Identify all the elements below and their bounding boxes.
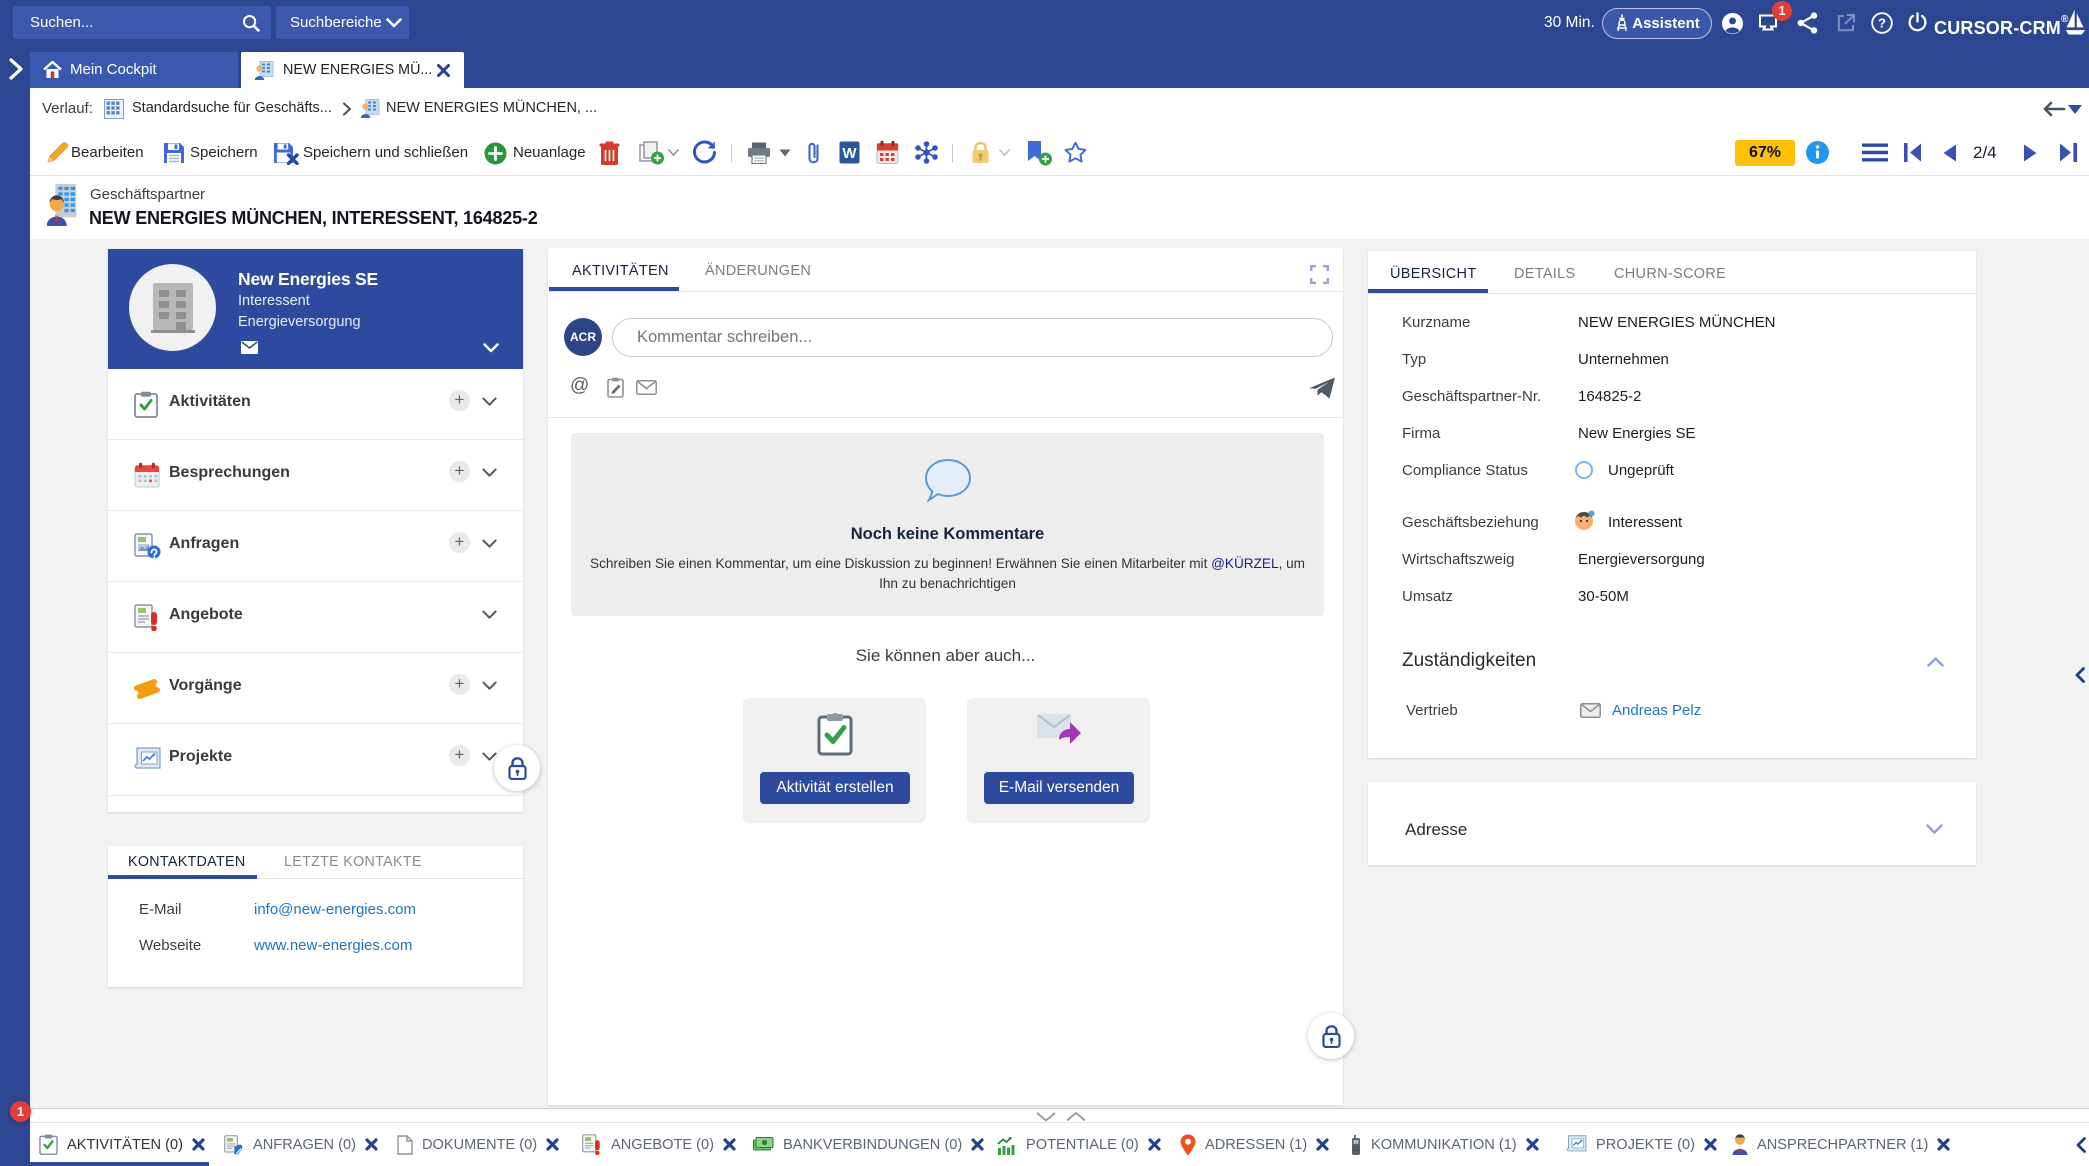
- svg-text:W: W: [842, 145, 857, 162]
- svg-text:?: ?: [1878, 16, 1886, 31]
